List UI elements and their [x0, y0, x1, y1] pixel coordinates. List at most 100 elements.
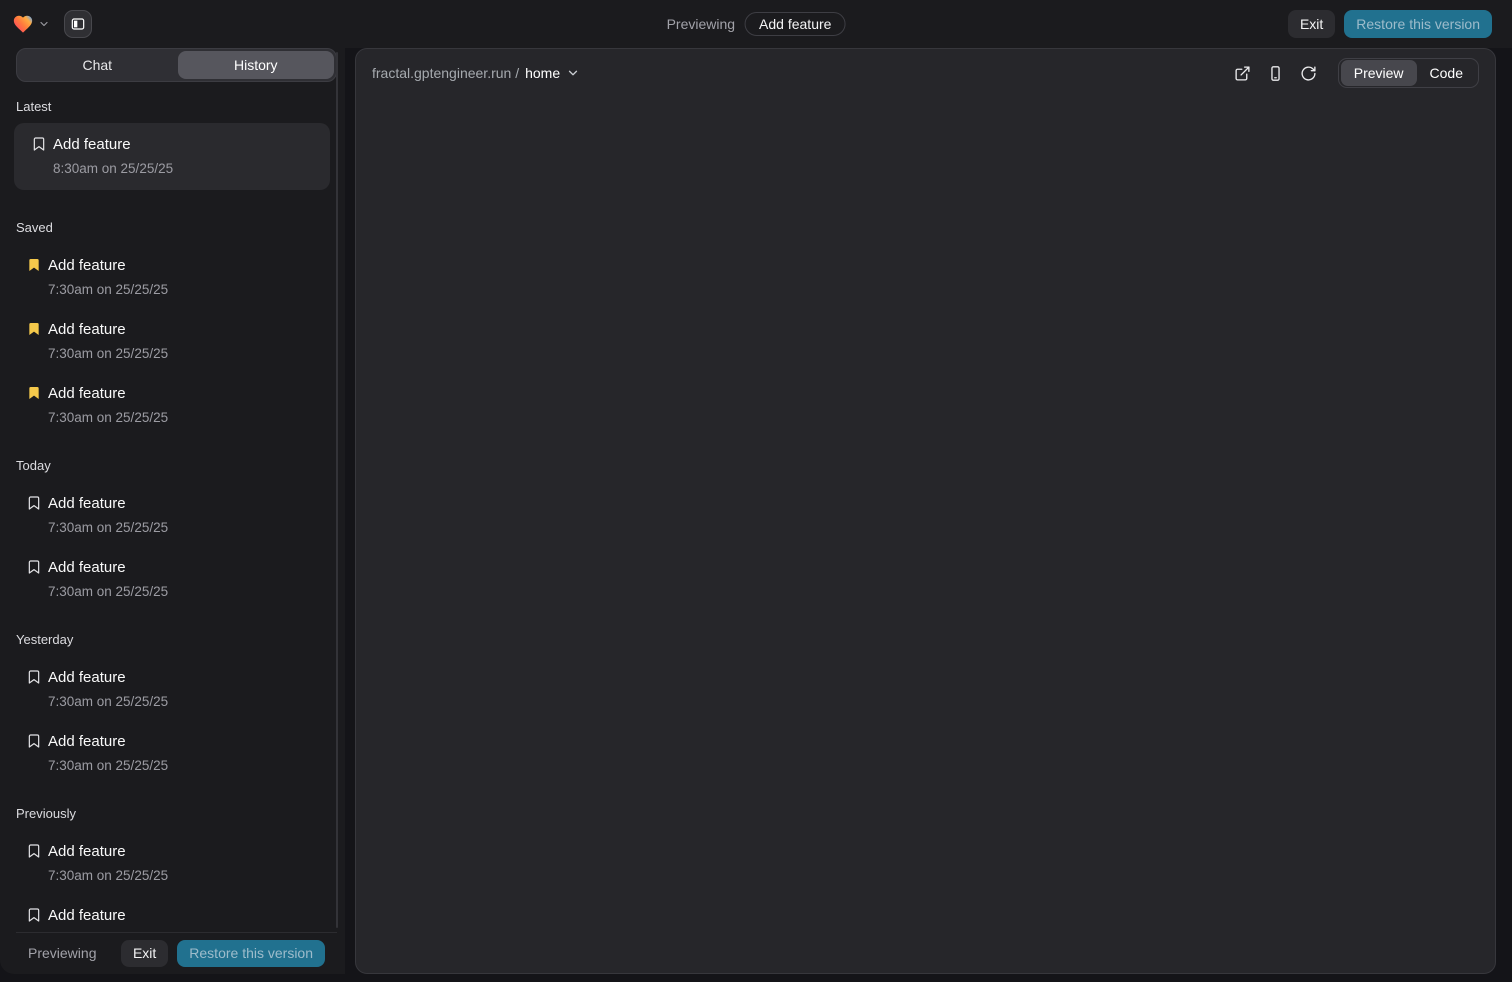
history-item[interactable]: Add feature 7:30am on 25/25/25 [0, 731, 337, 776]
history-item[interactable]: Add feature 7:30am on 25/25/25 [0, 667, 337, 712]
open-in-new-tab-button[interactable] [1230, 60, 1256, 86]
history-list: Latest Add feature 8:30am on 25/25/25 Saved… [0, 82, 337, 932]
chevron-down-icon [38, 18, 50, 30]
bookmark-icon [26, 733, 42, 749]
version-badge[interactable]: Add feature [745, 12, 845, 36]
history-section: Previously Add feature 7:30am on 25/25/25 A… [0, 806, 337, 932]
history-item[interactable]: Add feature 7:30am on 25/25/25 [0, 557, 337, 602]
device-preview-button[interactable] [1263, 60, 1289, 86]
preview-url-prefix: fractal.gptengineer.run / [372, 65, 519, 81]
history-item[interactable]: Add feature7:30am on 25/25/25 [0, 905, 337, 932]
logo-menu[interactable] [12, 13, 50, 35]
tab-preview[interactable]: Preview [1341, 60, 1417, 86]
refresh-icon [1300, 65, 1317, 82]
history-item[interactable]: Add feature 7:30am on 25/25/25 [0, 493, 337, 538]
history-item-time: 7:30am on 25/25/25 [48, 582, 168, 602]
top-bar-right: Exit Restore this version [1288, 10, 1492, 38]
history-item-text: Add feature 7:30am on 25/25/25 [48, 255, 168, 300]
sidebar-scrollbar[interactable] [336, 52, 338, 928]
top-bar: Previewing Add feature Exit Restore this… [0, 0, 1512, 48]
history-section: SavedAdd feature7:30am on 25/25/25Add fe… [0, 220, 337, 428]
sidebar-tabs: ChatHistory [16, 48, 337, 82]
section-title: Previously [16, 806, 321, 822]
bookmark-icon [31, 136, 47, 152]
section-title: Yesterday [16, 632, 321, 648]
external-link-icon [1234, 65, 1251, 82]
toggle-sidebar-button[interactable] [64, 10, 92, 38]
preview-actions: Preview Code [1223, 58, 1479, 88]
top-bar-left [12, 10, 92, 38]
history-item-time: 7:30am on 25/25/25 [48, 408, 168, 428]
history-item[interactable]: Add feature 7:30am on 25/25/25 [0, 255, 337, 300]
history-item[interactable]: Add feature 7:30am on 25/25/25 [0, 383, 337, 428]
footer-previewing-label: Previewing [28, 945, 96, 961]
history-item-title: Add feature [48, 731, 168, 752]
history-item-title: Add feature [48, 905, 168, 926]
bookmark-icon [26, 669, 42, 685]
history-item-time: 7:30am on 25/25/25 [48, 280, 168, 300]
history-item-time: 7:30am on 25/25/25 [48, 692, 168, 712]
preview-header: fractal.gptengineer.run / home [356, 49, 1495, 97]
footer-exit-button[interactable]: Exit [121, 940, 168, 967]
history-item-time: 7:30am on 25/25/25 [48, 866, 168, 886]
panel-left-icon [70, 16, 86, 32]
history-item-text: Add feature 7:30am on 25/25/25 [48, 841, 168, 886]
bookmark-filled-icon [26, 257, 42, 273]
history-item-text: Add feature 7:30am on 25/25/25 [48, 667, 168, 712]
section-title: Today [16, 458, 321, 474]
bookmark-icon [26, 843, 42, 859]
history-item-time: 8:30am on 25/25/25 [53, 159, 173, 179]
chevron-down-icon [566, 66, 580, 80]
preview-url-selector[interactable]: fractal.gptengineer.run / home [372, 65, 580, 81]
bookmark-filled-icon [26, 385, 42, 401]
top-bar-center: Previewing Add feature [667, 0, 846, 48]
bookmark-icon [26, 559, 42, 575]
history-item-text: Add feature 7:30am on 25/25/25 [48, 319, 168, 364]
history-item-title: Add feature [48, 841, 168, 862]
history-item[interactable]: Add feature 8:30am on 25/25/25 [14, 123, 330, 190]
history-item-text: Add feature7:30am on 25/25/25 [48, 905, 168, 932]
footer-divider [16, 932, 337, 933]
history-item[interactable]: Add feature 7:30am on 25/25/25 [0, 319, 337, 364]
history-item[interactable]: Add feature 7:30am on 25/25/25 [0, 841, 337, 886]
history-section: YesterdayAdd feature7:30am on 25/25/25Ad… [0, 632, 337, 776]
history-item-time: 7:30am on 25/25/25 [48, 756, 168, 776]
history-item-time: 7:30am on 25/25/25 [48, 518, 168, 538]
smartphone-icon [1267, 65, 1284, 82]
preview-code-toggle: Preview Code [1338, 58, 1479, 88]
history-item-title: Add feature [48, 255, 168, 276]
sidebar-footer: Previewing Exit Restore this version [0, 932, 337, 974]
preview-content[interactable] [356, 97, 1495, 973]
section-title: Latest [16, 99, 321, 115]
footer-restore-version-button[interactable]: Restore this version [177, 940, 325, 967]
lovable-heart-icon [12, 13, 34, 35]
exit-button[interactable]: Exit [1288, 10, 1335, 38]
history-item-title: Add feature [48, 557, 168, 578]
tab-code[interactable]: Code [1417, 60, 1476, 86]
section-title: Saved [16, 220, 321, 236]
history-item-title: Add feature [48, 383, 168, 404]
history-sidebar: ChatHistory Latest Add feature 8:30am on 2… [0, 48, 345, 974]
history-item-title: Add feature [48, 493, 168, 514]
tab-chat[interactable]: Chat [19, 51, 176, 79]
history-item-title: Add feature [48, 319, 168, 340]
preview-url-page: home [525, 65, 560, 81]
refresh-button[interactable] [1296, 60, 1322, 86]
previewing-label: Previewing [667, 16, 735, 32]
history-section: TodayAdd feature7:30am on 25/25/25Add fe… [0, 458, 337, 602]
history-item-text: Add feature 8:30am on 25/25/25 [53, 134, 173, 179]
history-item-time: 7:30am on 25/25/25 [48, 344, 168, 364]
history-item-text: Add feature 7:30am on 25/25/25 [48, 493, 168, 538]
bookmark-filled-icon [26, 321, 42, 337]
bookmark-icon [26, 495, 42, 511]
history-item-text: Add feature 7:30am on 25/25/25 [48, 383, 168, 428]
tab-history[interactable]: History [178, 51, 335, 79]
history-item-text: Add feature 7:30am on 25/25/25 [48, 557, 168, 602]
bookmark-icon [26, 907, 42, 923]
history-section: Latest Add feature 8:30am on 25/25/25 [0, 99, 337, 190]
preview-panel: fractal.gptengineer.run / home [355, 48, 1496, 974]
history-item-text: Add feature 7:30am on 25/25/25 [48, 731, 168, 776]
history-item-title: Add feature [48, 667, 168, 688]
restore-version-button[interactable]: Restore this version [1344, 10, 1492, 38]
history-item-title: Add feature [53, 134, 173, 155]
